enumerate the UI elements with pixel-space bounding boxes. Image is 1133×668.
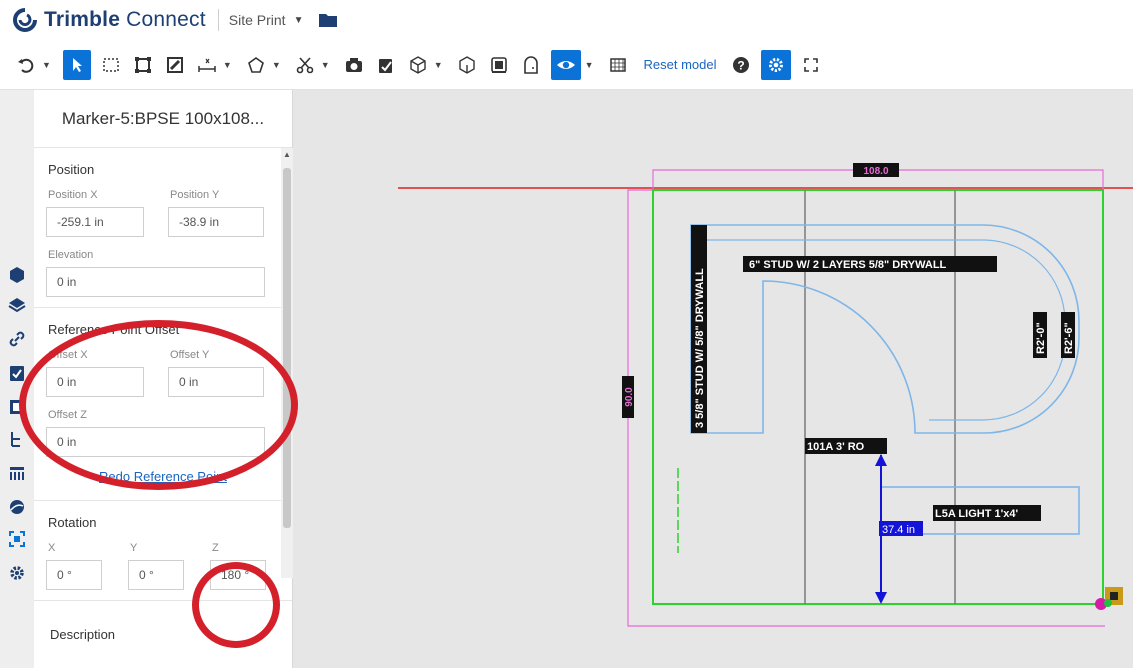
camera-icon[interactable] xyxy=(342,50,366,80)
markup-edit-icon[interactable] xyxy=(163,50,187,80)
folder-icon[interactable] xyxy=(319,13,338,27)
link-icon[interactable] xyxy=(8,330,26,348)
section-box-icon[interactable] xyxy=(455,50,479,80)
tree-structure-icon[interactable] xyxy=(8,430,26,448)
cube-models-icon[interactable] xyxy=(8,266,26,284)
reference-offset-title: Reference Point Offset xyxy=(48,322,180,337)
clipboard-check-icon[interactable] xyxy=(8,364,26,382)
clipboard-pin-icon[interactable] xyxy=(374,50,398,80)
chevron-down-icon[interactable]: ▼ xyxy=(434,60,443,70)
doorway-icon[interactable] xyxy=(519,50,543,80)
undo-icon[interactable] xyxy=(14,50,38,80)
marker-boundary xyxy=(652,189,1104,605)
light-label: L5A LIGHT 1'x4' xyxy=(935,508,1018,520)
measure-arrow-down xyxy=(875,592,887,604)
layers-view-icon[interactable] xyxy=(487,50,511,80)
door-label: 101A 3' RO xyxy=(807,441,865,453)
measure-label: 37.4 in xyxy=(882,524,915,536)
description-section: Description xyxy=(34,601,292,668)
measure-arrow-up xyxy=(875,454,887,466)
position-y-input[interactable]: -38.9 in xyxy=(168,207,264,237)
chevron-down-icon[interactable]: ▼ xyxy=(585,60,594,70)
panel-title: Marker-5:BPSE 100x108... xyxy=(34,90,292,148)
box-select-icon[interactable] xyxy=(99,50,123,80)
scroll-up-arrow-icon[interactable]: ▲ xyxy=(281,148,293,162)
chevron-down-icon: ▼ xyxy=(293,14,304,26)
measure-icon[interactable] xyxy=(195,50,219,80)
chevron-down-icon[interactable]: ▼ xyxy=(321,60,330,70)
rotation-z-input[interactable]: 180 ° xyxy=(210,560,266,590)
offset-x-label: Offset X xyxy=(48,349,88,361)
app-header: Trimble Connect Site Print ▼ xyxy=(0,0,1133,40)
chevron-down-icon[interactable]: ▼ xyxy=(42,60,51,70)
position-y-label: Position Y xyxy=(170,189,220,201)
view-frame-icon[interactable] xyxy=(8,398,26,416)
reset-model-button[interactable]: Reset model xyxy=(644,57,717,72)
project-selector[interactable]: Site Print ▼ xyxy=(229,12,304,28)
eye-visibility-icon[interactable] xyxy=(550,49,581,80)
panel-scrollbar-thumb[interactable] xyxy=(283,168,291,528)
radius-label-1: R2'-0" xyxy=(1035,322,1047,354)
rotation-section: Rotation X 0 ° Y 0 ° Z 180 ° xyxy=(34,501,292,601)
reference-offset-section: Reference Point Offset Offset X 0 in Off… xyxy=(34,308,292,501)
gear-extension-icon[interactable] xyxy=(8,564,26,582)
brand-name: Trimble Connect xyxy=(44,8,206,31)
chevron-down-icon[interactable]: ▼ xyxy=(223,60,232,70)
project-name: Site Print xyxy=(228,12,286,28)
marker-focus-icon[interactable] xyxy=(8,530,26,548)
elevation-input[interactable]: 0 in xyxy=(46,267,265,297)
floorplan-drawing: 108.0 90.0 6" STUD W/ 2 LAYERS 5/8" DRYW… xyxy=(398,163,1133,627)
rotation-z-label: Z xyxy=(212,542,219,554)
radius-label-2: R2'-6" xyxy=(1063,322,1075,354)
header-divider xyxy=(217,9,219,31)
rotation-x-input[interactable]: 0 ° xyxy=(46,560,102,590)
rotation-x-label: X xyxy=(48,542,56,554)
rotation-y-label: Y xyxy=(130,542,138,554)
sphere-icon[interactable] xyxy=(8,498,26,516)
cube-view-icon[interactable] xyxy=(406,50,430,80)
grid-pattern-icon[interactable] xyxy=(606,50,630,80)
fit-selection-icon[interactable] xyxy=(131,50,155,80)
rotation-y-input[interactable]: 0 ° xyxy=(128,560,184,590)
table-icon[interactable] xyxy=(8,464,26,482)
offset-y-label: Offset Y xyxy=(170,349,210,361)
settings-gear-icon[interactable] xyxy=(760,49,791,80)
model-viewport[interactable]: 108.0 90.0 6" STUD W/ 2 LAYERS 5/8" DRYW… xyxy=(293,90,1133,668)
layers-icon[interactable] xyxy=(8,296,26,314)
position-x-label: Position X xyxy=(48,189,98,201)
scissors-icon[interactable] xyxy=(293,50,317,80)
fullscreen-icon[interactable] xyxy=(799,50,823,80)
top-dimension-label: 108.0 xyxy=(863,166,888,177)
shape-circle-icon[interactable] xyxy=(244,50,268,80)
position-x-input[interactable]: -259.1 in xyxy=(46,207,144,237)
offset-x-input[interactable]: 0 in xyxy=(46,367,144,397)
left-tool-rail xyxy=(0,90,34,668)
redo-reference-point-link[interactable]: Redo Reference Point xyxy=(46,469,280,484)
description-title: Description xyxy=(50,627,116,642)
wall-label-top: 6" STUD W/ 2 LAYERS 5/8" DRYWALL xyxy=(749,259,947,271)
left-dimension-label: 90.0 xyxy=(624,387,635,407)
trimble-logo-icon xyxy=(13,8,37,32)
position-title: Position xyxy=(48,162,95,177)
svg-text:?: ? xyxy=(737,58,744,72)
elevation-label: Elevation xyxy=(48,249,94,261)
main-toolbar: ▼ ▼ ▼ ▼ ▼ ▼ Reset model ? xyxy=(0,40,1133,90)
help-icon[interactable]: ? xyxy=(729,50,753,80)
chevron-down-icon[interactable]: ▼ xyxy=(272,60,281,70)
panel-scrollbar[interactable]: ▲ xyxy=(281,148,293,578)
wall-label-left: 3 5/8" STUD W/ 5/8" DRYWALL xyxy=(694,268,706,428)
offset-z-label: Offset Z xyxy=(48,409,87,421)
select-cursor-icon[interactable] xyxy=(62,49,91,80)
rotation-title: Rotation xyxy=(48,515,97,530)
properties-panel: Marker-5:BPSE 100x108... Position Positi… xyxy=(34,90,293,668)
offset-z-input[interactable]: 0 in xyxy=(46,427,265,457)
position-section: Position Position X -259.1 in Position Y… xyxy=(34,148,292,308)
offset-y-input[interactable]: 0 in xyxy=(168,367,264,397)
